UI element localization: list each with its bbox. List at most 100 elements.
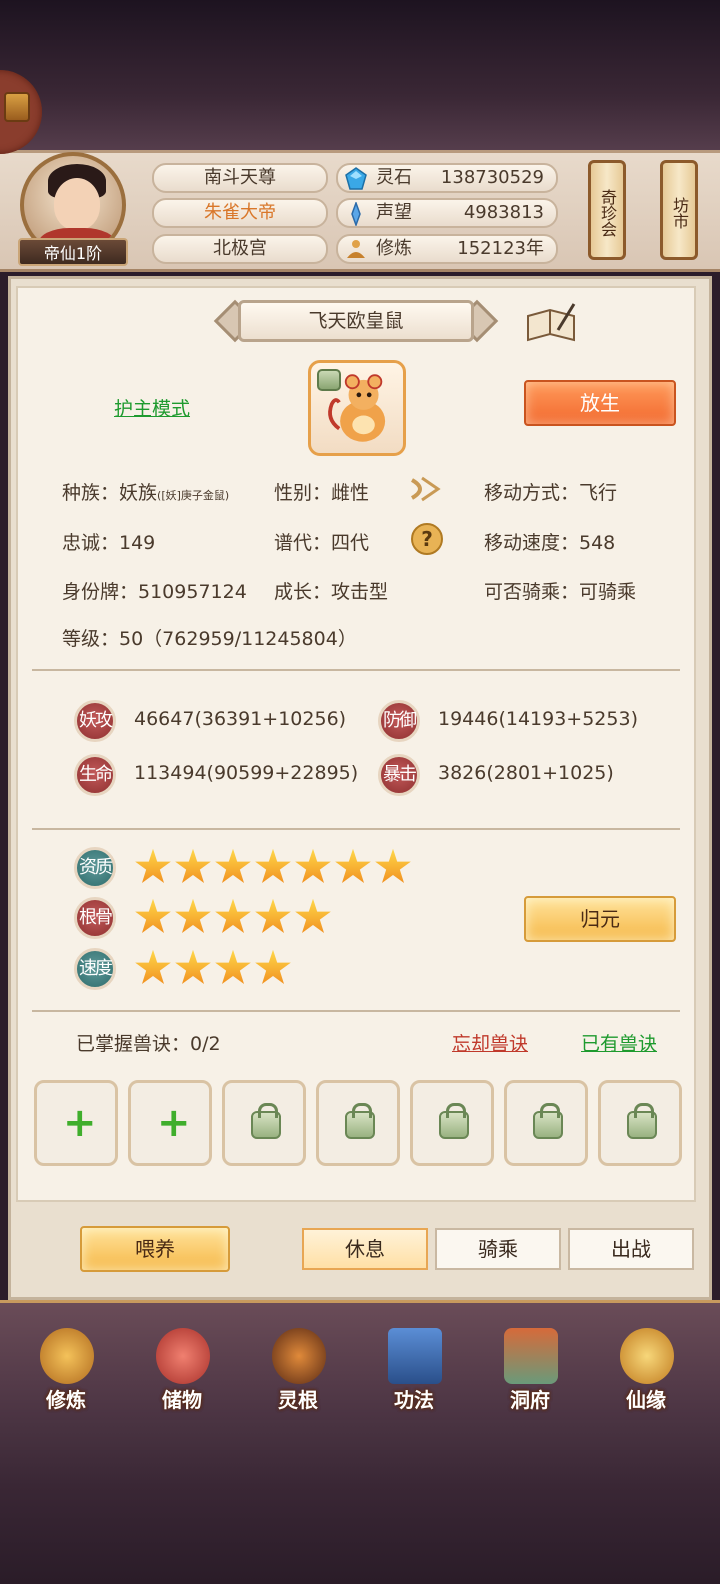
pet-name: 飞天欧皇鼠 [238, 300, 474, 342]
star-icon [135, 949, 171, 984]
star-icon [335, 848, 371, 883]
nav-storage[interactable]: 储物 [134, 1322, 230, 1418]
star-icon [295, 848, 331, 883]
star-icon [135, 898, 171, 933]
crit-value: 3826(2801+1025) [438, 762, 614, 784]
nav-techniques[interactable]: 功法 [366, 1322, 462, 1418]
speed-badge: 速度 [74, 948, 116, 990]
bone-stars [134, 898, 334, 938]
feed-button[interactable]: 喂养 [80, 1226, 230, 1272]
star-icon [295, 898, 331, 933]
title-beiji[interactable]: 北极宫 [152, 234, 328, 264]
pet-name-banner: 飞天欧皇鼠 [213, 296, 499, 346]
lock-icon [251, 1103, 281, 1139]
cave-house-icon [504, 1328, 558, 1384]
star-icon [215, 949, 251, 984]
growth-info: 成长：攻击型 [274, 581, 389, 603]
divider [32, 1010, 680, 1012]
star-icon [135, 848, 171, 883]
plus-icon: + [63, 1100, 97, 1146]
forget-skill-link[interactable]: 忘却兽诀 [452, 1029, 528, 1056]
plus-icon: + [157, 1100, 191, 1146]
move-speed-info: 移动速度：548 [484, 532, 616, 554]
spirit-stone-icon [345, 167, 367, 190]
resource-meditation: 修炼 152123年 [336, 234, 558, 264]
release-button[interactable]: 放生 [524, 380, 676, 426]
pet-manual-book-icon[interactable] [524, 300, 578, 346]
nav-cave[interactable]: 洞府 [482, 1322, 578, 1418]
pet-portrait[interactable] [308, 360, 406, 456]
guard-mode-link[interactable]: 护主模式 [114, 394, 190, 421]
health-value: 113494(90599+22895) [134, 762, 359, 784]
lock-icon [627, 1103, 657, 1139]
svg-text:?: ? [421, 527, 433, 551]
resource-prestige: 声望 4983813 [336, 198, 558, 228]
nav-spirit-root[interactable]: 灵根 [250, 1322, 346, 1418]
spirit-root-icon [272, 1328, 326, 1384]
chest-icon [4, 92, 30, 122]
top-background [0, 0, 720, 160]
attack-value: 46647(36391+10256) [134, 708, 347, 730]
lock-icon [533, 1103, 563, 1139]
star-icon [215, 848, 251, 883]
title-zhuque[interactable]: 朱雀大帝 [152, 198, 328, 228]
skill-slot-locked[interactable] [222, 1080, 306, 1166]
help-icon[interactable]: ? [410, 522, 444, 556]
star-icon [255, 848, 291, 883]
lock-icon [439, 1103, 469, 1139]
mastered-skills-count: 已掌握兽诀：0/2 [76, 1033, 221, 1055]
movement-info: 移动方式：飞行 [484, 482, 618, 504]
star-icon [215, 898, 251, 933]
aptitude-stars [134, 848, 414, 888]
loyalty-info: 忠诚：149 [62, 532, 156, 554]
skill-slot-locked[interactable] [410, 1080, 494, 1166]
skill-slot-empty[interactable]: + [128, 1080, 212, 1166]
defense-badge: 防御 [378, 700, 420, 742]
rank-badge: 帝仙1阶 [18, 238, 128, 266]
lock-icon [317, 369, 341, 391]
reset-button[interactable]: 归元 [524, 896, 676, 942]
nav-fate[interactable]: 仙缘 [598, 1322, 694, 1418]
bone-badge: 根骨 [74, 897, 116, 939]
defense-value: 19446(14193+5253) [438, 708, 638, 730]
bottom-background [0, 1420, 720, 1584]
gender-info: 性别：雌性 [274, 482, 370, 504]
lock-icon [345, 1103, 375, 1139]
level-info: 等级：50（762959/11245804） [62, 628, 357, 650]
prestige-icon [351, 202, 361, 226]
star-icon [375, 848, 411, 883]
treasure-fair-button[interactable]: 奇珍会 [588, 160, 626, 260]
race-info: 种族：妖族([妖]庚子金鼠) [62, 482, 230, 504]
skill-slot-locked[interactable] [504, 1080, 588, 1166]
skill-slot-empty[interactable]: + [34, 1080, 118, 1166]
meditation-icon [347, 240, 365, 258]
health-badge: 生命 [74, 754, 116, 796]
star-icon [255, 898, 291, 933]
cultivate-icon [40, 1328, 94, 1384]
owned-skills-link[interactable]: 已有兽诀 [581, 1029, 657, 1056]
nav-cultivate[interactable]: 修炼 [18, 1322, 114, 1418]
speed-stars [134, 949, 294, 989]
title-nandou[interactable]: 南斗天尊 [152, 163, 328, 193]
market-button[interactable]: 坊市 [660, 160, 698, 260]
aptitude-badge: 资质 [74, 847, 116, 889]
tab-battle[interactable]: 出战 [568, 1228, 694, 1270]
star-icon [175, 949, 211, 984]
crit-badge: 暴击 [378, 754, 420, 796]
star-icon [255, 949, 291, 984]
resource-spirit-stone: 灵石 138730529 [336, 163, 558, 193]
star-icon [175, 898, 211, 933]
storage-bag-icon [156, 1328, 210, 1384]
technique-book-icon [388, 1328, 442, 1384]
attack-badge: 妖攻 [74, 700, 116, 742]
skill-slot-locked[interactable] [598, 1080, 682, 1166]
rideable-info: 可否骑乘：可骑乘 [484, 581, 637, 603]
divider [32, 669, 680, 671]
skill-slot-locked[interactable] [316, 1080, 400, 1166]
gender-arrow-icon[interactable] [408, 474, 442, 504]
tab-rest[interactable]: 休息 [302, 1228, 428, 1270]
generation-info: 谱代：四代 [274, 532, 370, 554]
gourd-icon [620, 1328, 674, 1384]
star-icon [175, 848, 211, 883]
tab-ride[interactable]: 骑乘 [435, 1228, 561, 1270]
